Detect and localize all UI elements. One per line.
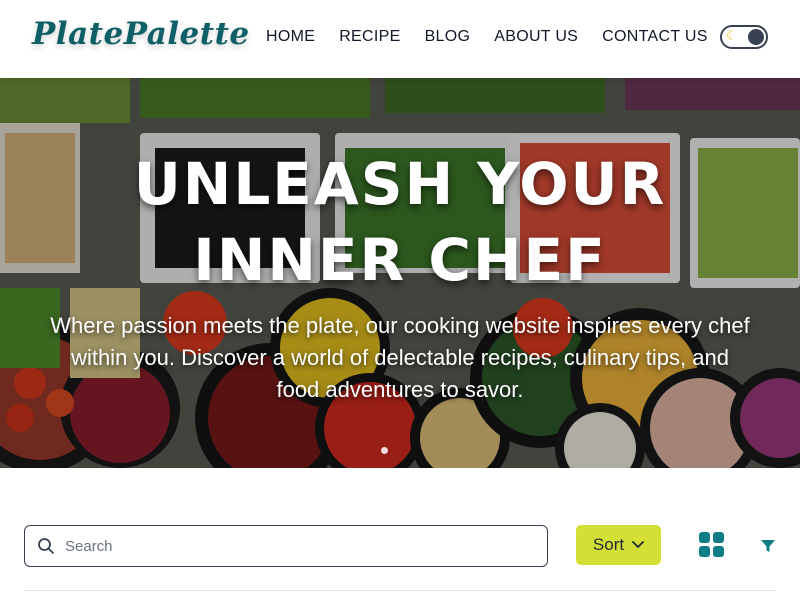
grid-view-icon[interactable] [699,532,725,558]
site-logo[interactable]: PlatePalette [32,16,250,52]
site-header: PlatePalette HOME RECIPE BLOG ABOUT US C… [0,0,800,78]
hero-title-line-2: INNER CHEF [193,226,607,294]
search-input[interactable] [65,534,535,558]
grid-cell [699,532,710,543]
nav-recipe[interactable]: RECIPE [339,28,400,46]
divider [24,590,776,591]
nav-blog[interactable]: BLOG [425,28,471,46]
sort-label: Sort [592,535,625,554]
hero-banner: UNLEASH YOUR INNER CHEF Where passion me… [0,78,800,468]
theme-toggle[interactable]: ☾ [720,25,768,49]
hero-title: UNLEASH YOUR INNER CHEF [0,146,800,298]
filter-icon[interactable] [760,538,776,554]
carousel-dot[interactable] [381,447,388,454]
chevron-down-icon [632,541,644,548]
search-icon [38,538,54,554]
hero-subtitle: Where passion meets the plate, our cooki… [50,313,750,402]
nav-about-us[interactable]: ABOUT US [494,28,578,46]
grid-cell [699,546,710,557]
search-box [24,525,548,567]
grid-cell [713,532,724,543]
moon-icon: ☾ [726,29,738,44]
nav-contact-us[interactable]: CONTACT US [602,28,708,46]
toggle-knob [748,29,764,45]
sort-button[interactable]: Sort [576,525,661,565]
grid-cell [713,546,724,557]
main-nav: HOME RECIPE BLOG ABOUT US CONTACT US [266,28,732,46]
hero-title-line-1: UNLEASH YOUR [133,150,667,218]
nav-home[interactable]: HOME [266,28,315,46]
